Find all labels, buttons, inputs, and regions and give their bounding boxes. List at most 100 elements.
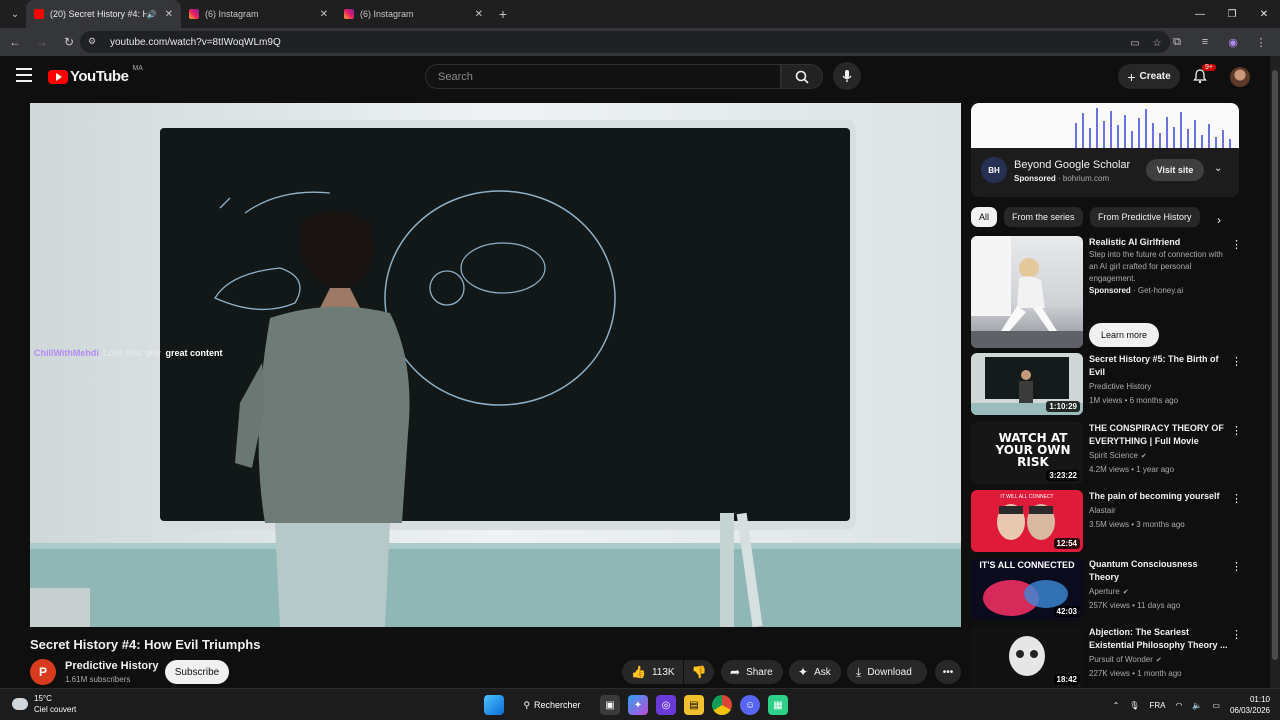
video-thumbnail[interactable]: IT'S ALL CONNECTED 42:03 xyxy=(971,558,1083,620)
channel-name[interactable]: Pursuit of Wonder ✔ xyxy=(1089,655,1162,664)
recommendation-item[interactable]: WATCH AT YOUR OWN RISK 3:23:22 THE CONSP… xyxy=(971,422,1261,484)
close-tab-icon[interactable]: ✕ xyxy=(320,9,328,20)
windows-start-icon[interactable] xyxy=(484,695,504,715)
page-scrollbar[interactable] xyxy=(1270,56,1280,688)
channel-name[interactable]: Aperture ✔ xyxy=(1089,587,1129,596)
discord-icon[interactable]: ☺ xyxy=(740,695,760,715)
more-vertical-icon[interactable]: ⋮ xyxy=(1231,355,1242,368)
channel-name[interactable]: Predictive History xyxy=(65,660,159,672)
address-bar[interactable]: ⚙ youtube.com/watch?v=8tIWoqWLm9Q ▭ ☆ xyxy=(80,31,1170,53)
reading-list-icon[interactable]: ≡ xyxy=(1194,31,1216,53)
voice-search-button[interactable] xyxy=(833,62,861,90)
profile-icon[interactable]: ◉ xyxy=(1222,31,1244,53)
speaker-icon[interactable]: 🔊 xyxy=(147,10,157,19)
extensions-icon[interactable]: ⧉ xyxy=(1166,31,1188,53)
more-vertical-icon[interactable]: ⋮ xyxy=(1231,238,1242,251)
more-vertical-icon[interactable]: ⋮ xyxy=(1231,560,1242,573)
visit-site-button[interactable]: Visit site xyxy=(1146,159,1204,181)
tab-instagram-1[interactable]: (6) Instagram ✕ xyxy=(181,0,336,28)
recommendation-item[interactable]: 18:42 Abjection: The Scariest Existentia… xyxy=(971,626,1261,688)
system-clock[interactable]: 01:10 06/03/2026 xyxy=(1230,694,1270,716)
cast-icon[interactable]: ▭ xyxy=(1126,35,1144,51)
forward-arrow-icon[interactable]: → xyxy=(30,30,54,54)
chip-all[interactable]: All xyxy=(971,207,998,227)
browser-menu-icon[interactable]: ⋮ xyxy=(1250,31,1272,53)
taskbar-search[interactable]: ⚲ Rechercher xyxy=(512,694,592,716)
more-actions-button[interactable]: ••• xyxy=(935,660,961,684)
share-button[interactable]: ➦ Share xyxy=(721,660,783,684)
create-button[interactable]: + Create xyxy=(1118,64,1180,89)
video-thumbnail[interactable]: 18:42 xyxy=(971,626,1083,688)
tab-youtube[interactable]: (20) Secret History #4: How 🔊 ✕ xyxy=(26,0,181,28)
close-tab-icon[interactable]: ✕ xyxy=(165,9,173,20)
like-button[interactable]: 👍 113K xyxy=(622,660,683,684)
chevron-right-icon[interactable]: › xyxy=(1217,213,1221,227)
more-vertical-icon[interactable]: ⋮ xyxy=(1231,628,1242,641)
battery-icon[interactable]: ▭ xyxy=(1212,701,1220,710)
ad-domain: bohrium.com xyxy=(1062,174,1110,183)
chrome-icon[interactable] xyxy=(712,695,732,715)
restore-icon[interactable]: ❐ xyxy=(1216,0,1248,28)
channel-avatar[interactable]: P xyxy=(30,659,56,685)
video-thumbnail[interactable]: 1:10:29 xyxy=(971,353,1083,415)
notifications-button[interactable]: 9+ xyxy=(1192,64,1216,86)
hamburger-menu-icon[interactable] xyxy=(16,68,32,82)
video-title[interactable]: Secret History #5: The Birth of Evil xyxy=(1089,353,1229,379)
dislike-button[interactable]: 👎 xyxy=(684,660,714,684)
video-title[interactable]: Abjection: The Scariest Existential Phil… xyxy=(1089,626,1229,652)
close-tab-icon[interactable]: ✕ xyxy=(475,9,483,20)
youtube-logo[interactable]: YouTube MA xyxy=(48,65,143,85)
volume-icon[interactable]: 🔈 xyxy=(1192,701,1202,710)
back-arrow-icon[interactable]: ← xyxy=(3,30,27,54)
ask-button[interactable]: ✦ Ask xyxy=(789,660,841,684)
account-avatar[interactable] xyxy=(1230,67,1250,87)
tab-instagram-2[interactable]: (6) Instagram ✕ xyxy=(336,0,491,28)
more-vertical-icon[interactable]: ⋮ xyxy=(1231,492,1242,505)
channel-name[interactable]: Alastair xyxy=(1089,506,1116,515)
video-title[interactable]: Quantum Consciousness Theory xyxy=(1089,558,1229,584)
close-window-icon[interactable]: ✕ xyxy=(1248,0,1280,28)
minimize-icon[interactable]: — xyxy=(1184,0,1216,28)
video-thumbnail[interactable] xyxy=(971,236,1083,348)
tray-overflow-icon[interactable]: ⌃ xyxy=(1113,701,1120,710)
reload-icon[interactable]: ↻ xyxy=(57,30,81,54)
sponsored-ad-card[interactable]: BH Beyond Google Scholar Sponsored · boh… xyxy=(971,103,1239,197)
video-player[interactable]: ChillWithMehdi Love this guy great conten… xyxy=(30,103,961,627)
chip-from-predictive-history[interactable]: From Predictive History xyxy=(1090,207,1200,227)
file-explorer-icon[interactable]: ▤ xyxy=(684,695,704,715)
chevron-down-icon[interactable]: ⌄ xyxy=(1214,163,1222,174)
download-button[interactable]: ⤓ Download xyxy=(847,660,927,684)
search-button[interactable] xyxy=(781,64,823,89)
video-title[interactable]: The pain of becoming yourself xyxy=(1089,490,1229,503)
channel-name[interactable]: Predictive History xyxy=(1089,382,1151,391)
recommendation-item[interactable]: IT'S ALL CONNECTED 42:03 Quantum Conscio… xyxy=(971,558,1261,620)
chip-from-series[interactable]: From the series xyxy=(1004,207,1083,227)
video-thumbnail[interactable]: WATCH AT YOUR OWN RISK 3:23:22 xyxy=(971,422,1083,484)
keyboard-language[interactable]: FRA xyxy=(1149,701,1165,710)
recommendation-item[interactable]: 1:10:29 Secret History #5: The Birth of … xyxy=(971,353,1261,415)
copilot-icon[interactable]: ✦ xyxy=(628,695,648,715)
task-view-icon[interactable]: ▣ xyxy=(600,695,620,715)
tray-microphone-icon[interactable]: 🎙 xyxy=(1129,701,1139,710)
new-tab-button[interactable]: + xyxy=(491,6,515,22)
bookmark-star-icon[interactable]: ☆ xyxy=(1148,35,1166,51)
subscribe-button[interactable]: Subscribe xyxy=(165,660,229,684)
screenshot-tool-icon[interactable]: ◎ xyxy=(656,695,676,715)
app-icon[interactable]: ▦ xyxy=(768,695,788,715)
channel-name[interactable]: Spirit Science ✔ xyxy=(1089,451,1147,460)
tab-search-chevron-icon[interactable]: ⌄ xyxy=(4,4,26,24)
video-thumbnail[interactable]: IT WILL ALL CONNECT 12:54 xyxy=(971,490,1083,552)
site-info-icon[interactable]: ⚙ xyxy=(88,36,100,48)
clock-date: 06/03/2026 xyxy=(1229,706,1270,715)
ad-sponsor-line: Sponsored · bohrium.com xyxy=(1014,174,1110,183)
scrollbar-thumb[interactable] xyxy=(1272,70,1278,660)
wifi-icon[interactable]: ◠ xyxy=(1175,701,1182,710)
recommendation-item[interactable]: IT WILL ALL CONNECT 12:54 The pain of be… xyxy=(971,490,1261,552)
video-title[interactable]: THE CONSPIRACY THEORY OF EVERYTHING | Fu… xyxy=(1089,422,1229,448)
search-input[interactable]: Search xyxy=(425,64,781,89)
video-meta: 4.2M views • 1 year ago xyxy=(1089,465,1175,474)
more-vertical-icon[interactable]: ⋮ xyxy=(1231,424,1242,437)
video-title[interactable]: Realistic AI Girlfriend xyxy=(1089,236,1229,249)
weather-widget[interactable]: 15°C Ciel couvert xyxy=(12,693,76,715)
learn-more-button[interactable]: Learn more xyxy=(1089,323,1159,347)
